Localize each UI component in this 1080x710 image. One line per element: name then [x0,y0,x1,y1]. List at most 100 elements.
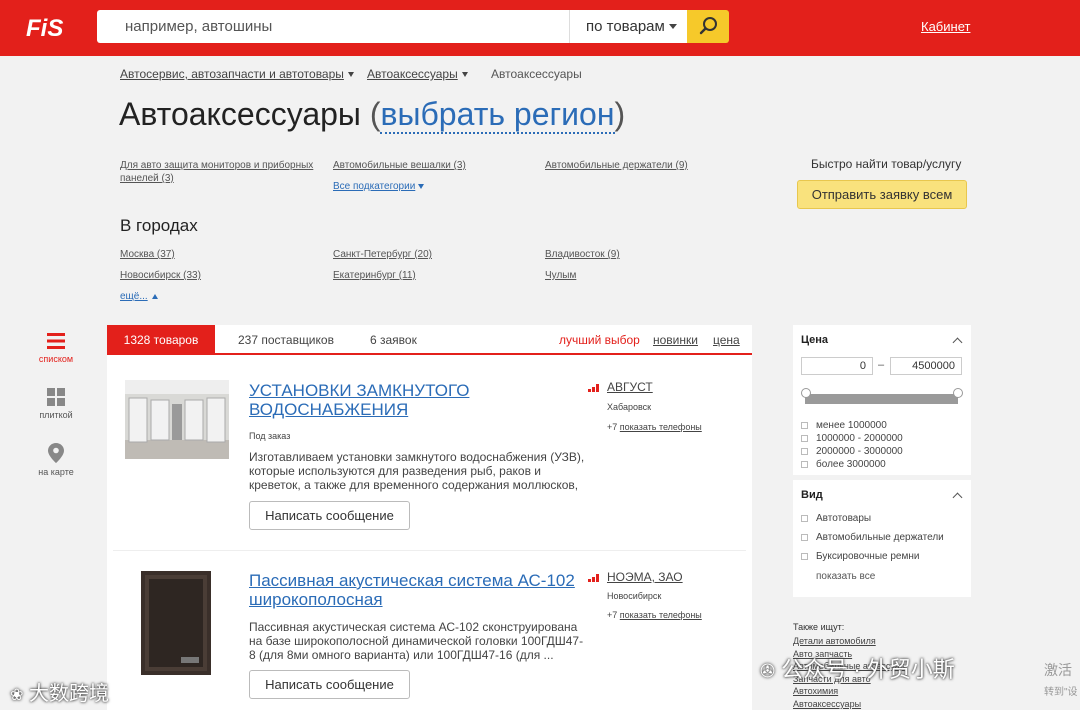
os-activation-subtext: 转到"设 [1044,687,1078,698]
os-activation-text: 激活 [1044,662,1072,678]
city-link[interactable]: Владивосток (9) [545,248,620,261]
product-title-link[interactable]: Пассивная акустическая система АС-102 ши… [249,571,579,609]
chevron-down-icon [461,72,468,78]
subcategory-link[interactable]: Автомобильные вешалки (3) [333,159,466,172]
show-phones-link[interactable]: показать телефоны [620,422,702,432]
sort-price[interactable]: цена [713,333,740,347]
all-subcategories-link[interactable]: Все подкатегории [333,180,425,193]
quick-find-label: Быстро найти товар/услугу [811,157,962,171]
chevron-down-icon [347,72,354,78]
product-description: Пассивная акустическая система АС-102 ск… [249,620,584,662]
watermark-left-text: 大数跨境 [28,683,109,705]
price-option[interactable]: менее 1000000 [801,420,887,431]
sort-new[interactable]: новинки [653,333,698,347]
logo-text: FiS [26,15,63,42]
product-image[interactable] [141,571,211,675]
kind-option[interactable]: Автотовары [801,513,871,524]
choose-region-link[interactable]: выбрать регион [380,96,615,134]
product-card: Пассивная акустическая система АС-102 ши… [107,561,752,710]
checkbox[interactable] [801,421,808,429]
tab-requests[interactable]: 6 заявок [370,325,417,355]
price-min-handle[interactable] [801,388,811,398]
supplier-link[interactable]: НОЭМА, ЗАО [607,570,683,584]
kind-option[interactable]: Автомобильные держатели [801,532,944,543]
subcategory-link[interactable]: Для авто защита мониторов и приборных па… [120,159,320,185]
list-icon [47,333,65,349]
kind-option-label: Автотовары [816,513,872,524]
checkbox[interactable] [801,460,808,468]
view-map-button[interactable]: на карте [30,443,82,477]
price-max-handle[interactable] [953,388,963,398]
price-option-label: 2000000 - 3000000 [816,446,903,457]
also-search-link[interactable]: Автоаксессуары [793,699,861,709]
view-list-label: списком [38,354,74,364]
supplier-rating-icon [588,384,599,392]
kind-filter-title: Вид [801,489,823,501]
kind-option[interactable]: Буксировочные ремни [801,551,919,562]
price-option[interactable]: более 3000000 [801,459,886,470]
price-option-label: более 3000000 [816,459,886,470]
write-message-button[interactable]: Написать сообщение [249,670,410,699]
checkbox[interactable] [801,434,808,442]
chevron-up-icon[interactable] [952,492,963,503]
price-option[interactable]: 2000000 - 3000000 [801,446,903,457]
watermark-right: ✇ 公众号 · 外贸小斯 [760,652,955,684]
show-phones-link[interactable]: показать телефоны [620,610,702,620]
supplier-city: Хабаровск [607,402,652,412]
search-button[interactable] [687,10,729,43]
more-cities-link[interactable]: ещё... [120,290,158,303]
product-image[interactable] [125,380,229,459]
phone-prefix: +7 [607,610,618,620]
breadcrumb-item[interactable]: Автосервис, автозапчасти и автотовары [120,67,354,81]
city-link[interactable]: Москва (37) [120,248,175,261]
city-link[interactable]: Екатеринбург (11) [333,269,416,282]
search-scope-select[interactable]: по товарам [569,10,687,43]
search-input[interactable] [97,10,569,43]
phones-row: +7 показать телефоны [607,610,702,620]
kind-option-label: Автомобильные держатели [816,532,944,543]
show-all-link[interactable]: показать все [816,571,875,582]
view-grid-label: плиткой [39,410,73,420]
also-search-link[interactable]: Автохимия [793,686,838,696]
product-title-link[interactable]: УСТАНОВКИ ЗАМКНУТОГО ВОДОСНАБЖЕНИЯ [249,381,549,419]
page-title-text: Автоаксессуары [119,96,361,132]
search-scope-label: по товарам [586,18,665,35]
supplier-link[interactable]: АВГУСТ [607,380,653,394]
chevron-up-icon [151,293,158,299]
checkbox[interactable] [801,447,808,455]
checkbox[interactable] [801,552,808,560]
write-message-button[interactable]: Написать сообщение [249,501,410,530]
chevron-down-icon [418,183,425,189]
fis-logo[interactable]: FiS [26,12,76,42]
checkbox[interactable] [801,533,808,541]
grid-icon [47,388,65,406]
price-max-input[interactable] [890,357,962,375]
price-min-input[interactable] [801,357,873,375]
also-search-title: Также ищут: [793,622,845,632]
divider [113,550,746,551]
view-grid-button[interactable]: плиткой [30,388,82,420]
breadcrumb-link[interactable]: Автоаксессуары [367,67,458,81]
wechat-icon: ✇ [760,661,776,681]
tab-suppliers[interactable]: 237 поставщиков [238,325,334,355]
price-filter: Цена – менее 1000000 1000000 - 2000000 2… [793,325,971,475]
cabinet-link[interactable]: Кабинет [921,19,970,34]
city-link[interactable]: Санкт-Петербург (20) [333,248,432,261]
view-list-button[interactable]: списком [30,332,82,364]
chevron-up-icon[interactable] [952,337,963,348]
subcategory-link[interactable]: Автомобильные держатели (9) [545,159,688,172]
product-card: УСТАНОВКИ ЗАМКНУТОГО ВОДОСНАБЖЕНИЯ Под з… [107,372,752,550]
breadcrumb-link[interactable]: Автосервис, автозапчасти и автотовары [120,67,344,81]
price-range-slider[interactable] [805,394,958,404]
price-option[interactable]: 1000000 - 2000000 [801,433,903,444]
city-link[interactable]: Новосибирск (33) [120,269,201,282]
send-request-all-button[interactable]: Отправить заявку всем [797,180,967,209]
also-search-link[interactable]: Детали автомобиля [793,636,876,646]
phones-row: +7 показать телефоны [607,422,702,432]
breadcrumb-item[interactable]: Автоаксессуары [367,67,468,81]
city-link[interactable]: Чулым [545,269,576,282]
sort-best[interactable]: лучший выбор [559,333,640,347]
checkbox[interactable] [801,514,808,522]
product-description: Изготавливаем установки замкнутого водос… [249,450,585,506]
tab-products[interactable]: 1328 товаров [107,325,215,355]
